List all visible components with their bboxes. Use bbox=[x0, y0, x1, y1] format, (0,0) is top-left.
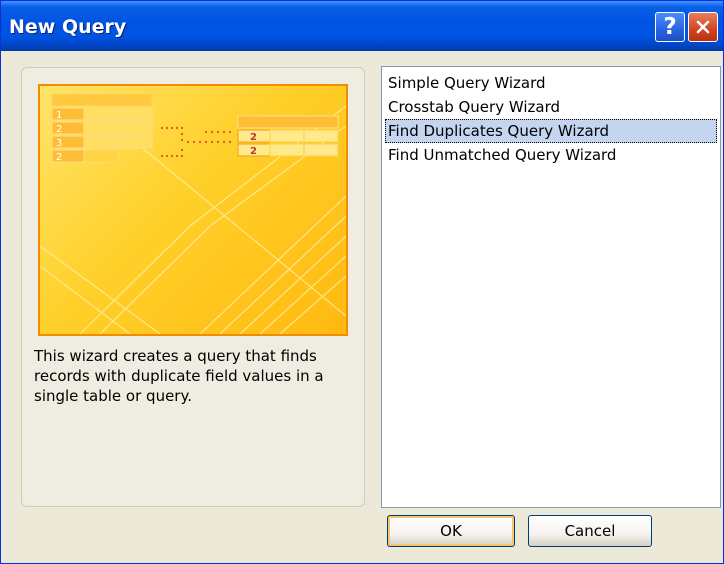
list-item-find-unmatched-query-wizard[interactable]: Find Unmatched Query Wizard bbox=[385, 143, 717, 167]
help-button[interactable]: ? bbox=[655, 12, 685, 42]
close-button[interactable] bbox=[688, 12, 718, 42]
illustration-graphic: 1 2 3 2 2 2 bbox=[40, 93, 346, 334]
dialog-title: New Query bbox=[9, 16, 127, 38]
cancel-button[interactable]: Cancel bbox=[528, 515, 652, 547]
wizard-listbox[interactable]: Simple Query Wizard Crosstab Query Wizar… bbox=[381, 66, 721, 508]
result-table: 2 2 bbox=[237, 115, 339, 157]
list-item-crosstab-query-wizard[interactable]: Crosstab Query Wizard bbox=[385, 95, 717, 119]
row-number-4: 2 bbox=[56, 152, 62, 163]
wizard-illustration: 1 2 3 2 2 2 bbox=[38, 84, 348, 336]
new-query-dialog: New Query ? 1 2 3 2 2 2 This wizard crea… bbox=[0, 0, 724, 564]
list-item-simple-query-wizard[interactable]: Simple Query Wizard bbox=[385, 71, 717, 95]
wizard-description: This wizard creates a query that finds r… bbox=[34, 347, 324, 405]
list-item-find-duplicates-query-wizard[interactable]: Find Duplicates Query Wizard bbox=[385, 119, 717, 143]
row-number-2: 2 bbox=[56, 124, 62, 135]
row-number-1: 1 bbox=[56, 110, 62, 121]
result-row-2: 2 bbox=[250, 146, 257, 157]
title-bar[interactable]: New Query ? bbox=[1, 1, 723, 51]
close-icon bbox=[696, 20, 710, 34]
result-row-1: 2 bbox=[250, 132, 257, 143]
connector-dots bbox=[160, 126, 232, 158]
ok-button[interactable]: OK bbox=[387, 515, 515, 547]
wizard-info-panel: 1 2 3 2 2 2 This wizard creates a query … bbox=[21, 67, 365, 507]
help-icon: ? bbox=[663, 14, 677, 40]
row-number-3: 3 bbox=[56, 138, 62, 149]
source-table: 1 2 3 2 bbox=[51, 93, 153, 163]
